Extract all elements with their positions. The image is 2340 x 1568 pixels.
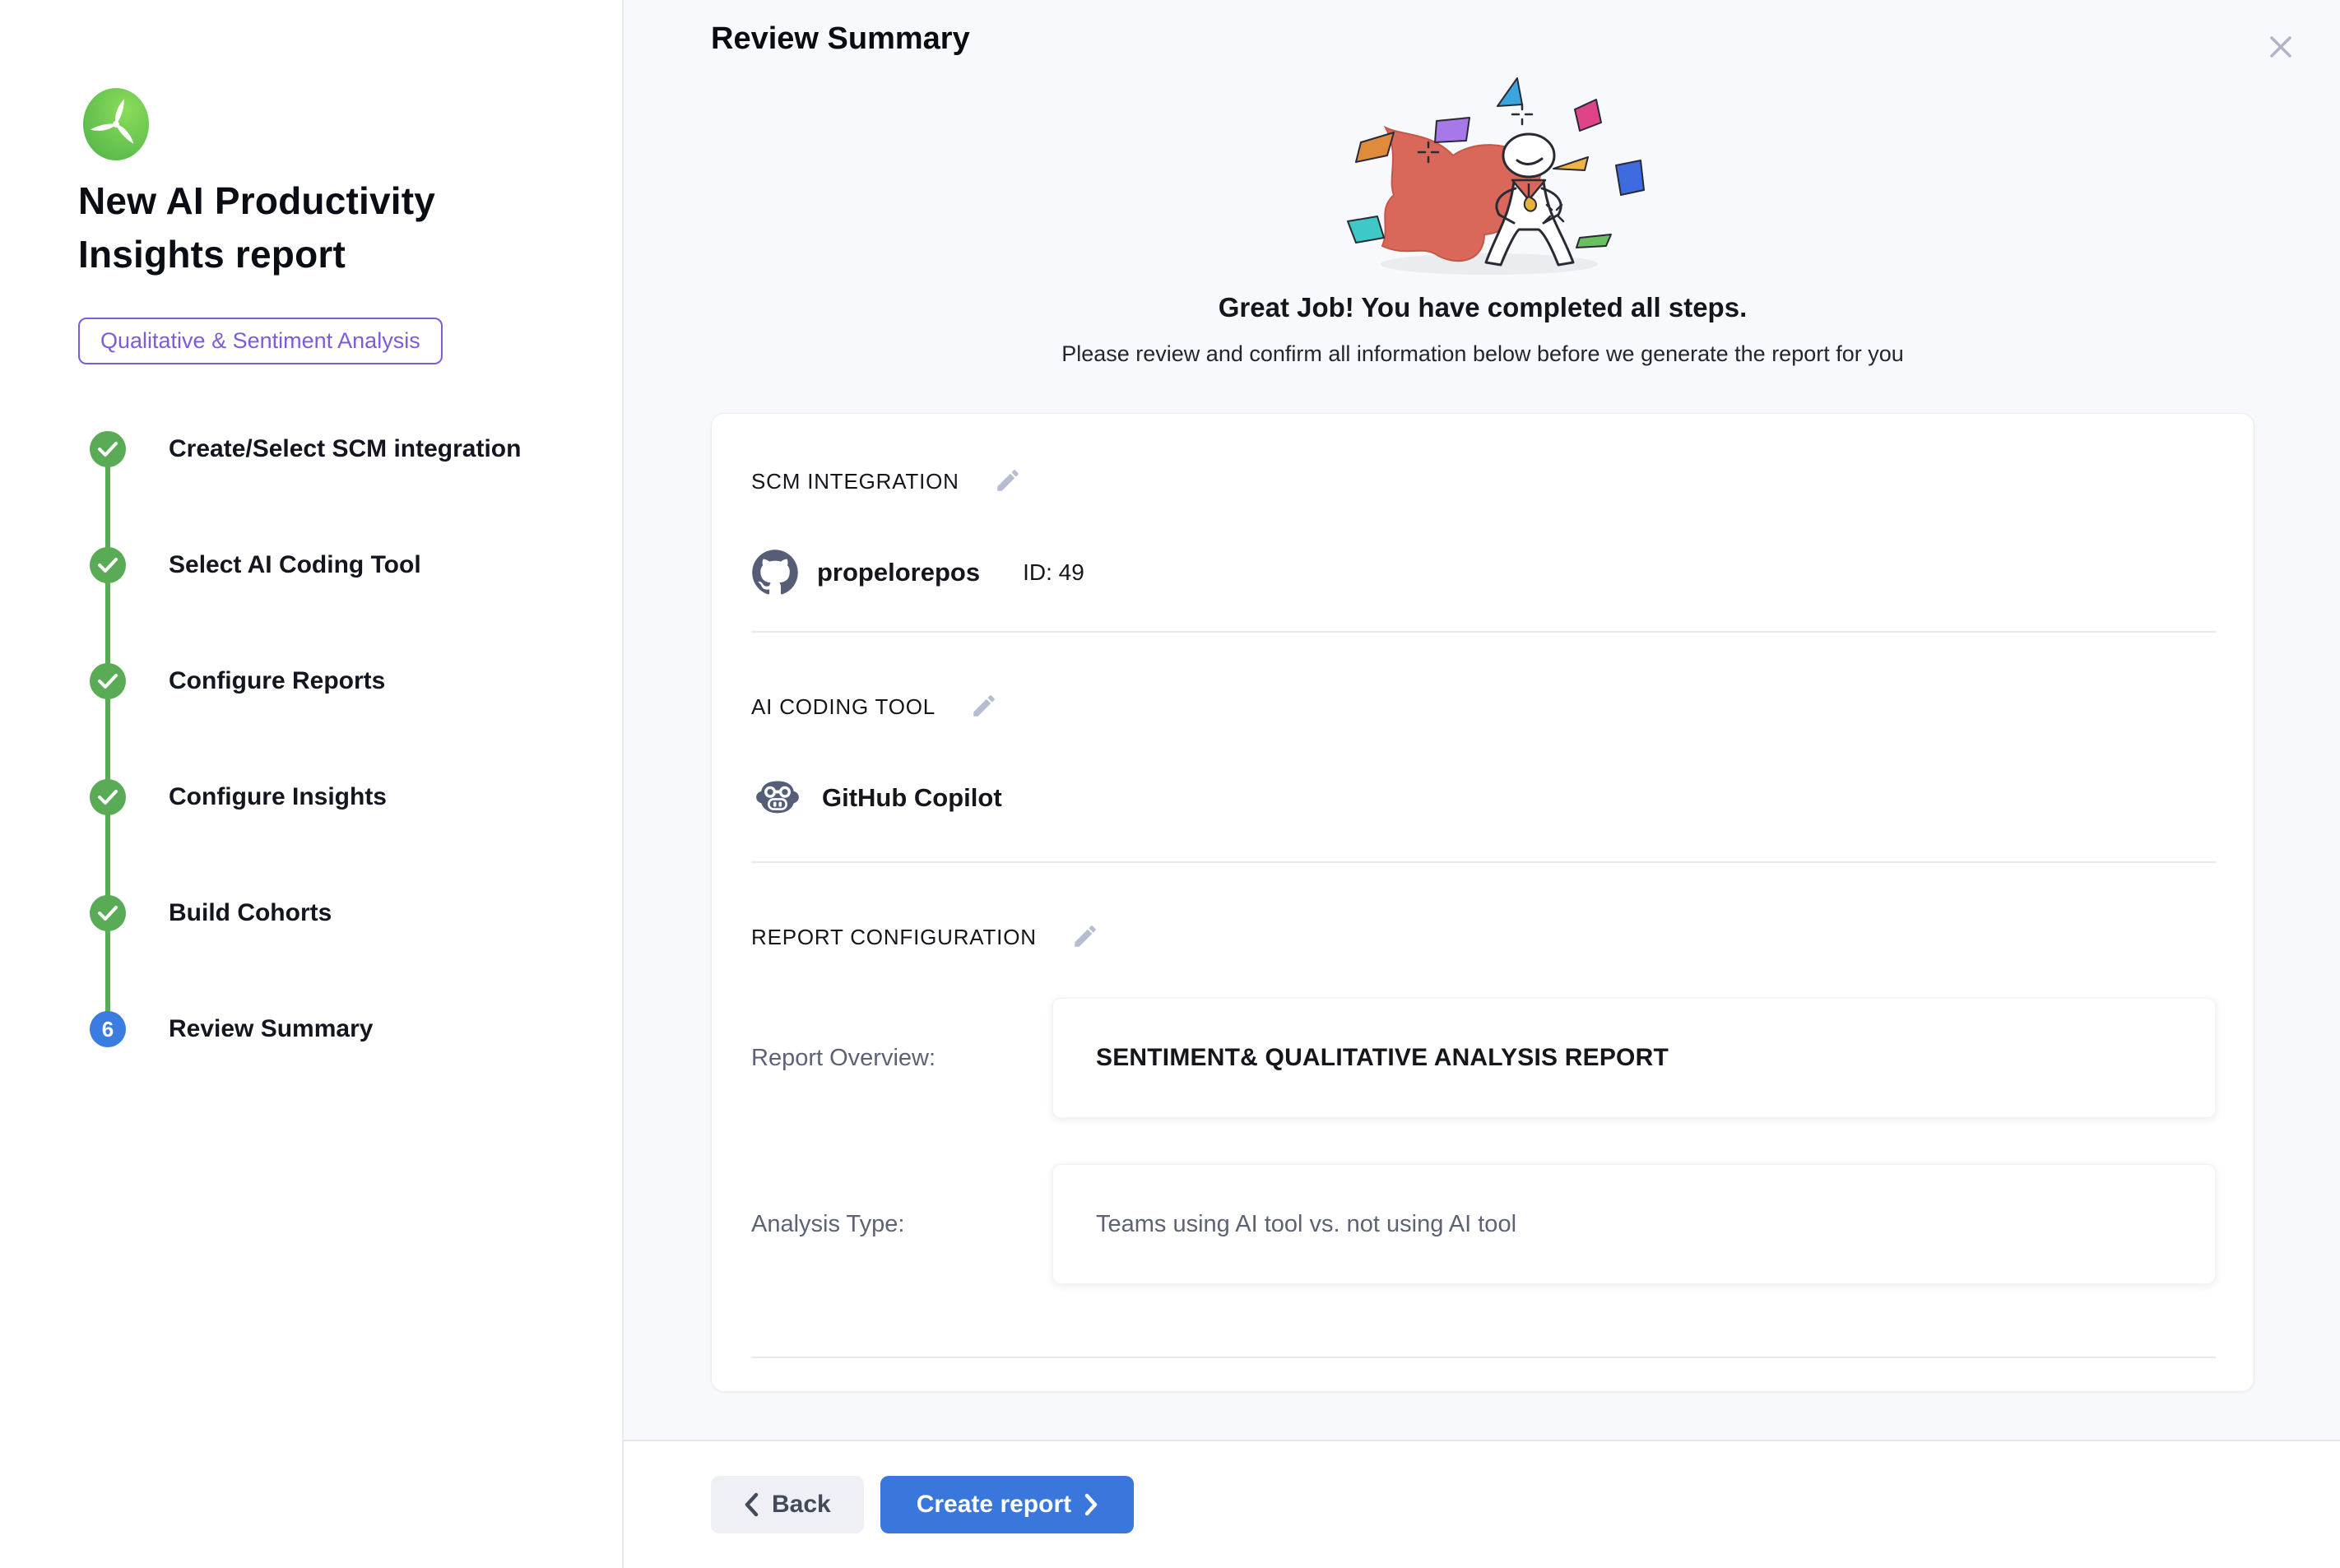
ai-tool-row: GitHub Copilot (751, 774, 2216, 822)
step-number: 6 (102, 1017, 114, 1042)
app-window: New AI Productivity Insights report Qual… (0, 0, 2340, 1568)
ai-tool-section-header: AI CODING TOOL (751, 692, 2216, 721)
report-config-section-label: REPORT CONFIGURATION (751, 925, 1037, 950)
step-label: Configure Insights (169, 783, 387, 811)
celebration-illustration (1302, 60, 1664, 281)
panel-content: Review Summary (624, 0, 2340, 1440)
wizard-footer: Back Create report (624, 1440, 2340, 1568)
scm-section-header: SCM INTEGRATION (751, 466, 2216, 496)
success-hero: Great Job! You have completed all steps.… (711, 60, 2254, 367)
analysis-type-row: Analysis Type: Teams using AI tool vs. n… (751, 1164, 2216, 1284)
step-number-badge: 6 (90, 1011, 126, 1047)
step-review-summary[interactable]: 6 Review Summary (90, 1011, 521, 1047)
page-title: Review Summary (711, 21, 2254, 57)
close-icon[interactable] (2264, 31, 2297, 64)
wizard-stepper: Create/Select SCM integration Select AI … (90, 431, 521, 1127)
section-divider (751, 1357, 2216, 1358)
step-check-icon (90, 779, 126, 815)
step-label: Create/Select SCM integration (169, 435, 521, 463)
analysis-type-badge: Qualitative & Sentiment Analysis (78, 318, 443, 364)
step-build-cohorts[interactable]: Build Cohorts (90, 895, 521, 931)
step-label: Review Summary (169, 1015, 373, 1043)
edit-scm-icon[interactable] (994, 466, 1022, 496)
step-label: Select AI Coding Tool (169, 551, 421, 579)
scm-integration-row: propelorepos ID: 49 (751, 549, 2216, 596)
back-button[interactable]: Back (711, 1476, 864, 1533)
ai-tool-name: GitHub Copilot (822, 783, 1002, 813)
step-select-ai-coding-tool[interactable]: Select AI Coding Tool (90, 547, 521, 583)
report-overview-value-card: SENTIMENT& QUALITATIVE ANALYSIS REPORT (1052, 998, 2216, 1118)
back-button-label: Back (772, 1491, 831, 1519)
wizard-sidebar: New AI Productivity Insights report Qual… (0, 0, 624, 1568)
review-summary-panel: Review Summary (624, 0, 2340, 1568)
edit-report-config-icon[interactable] (1071, 922, 1099, 952)
section-divider (751, 631, 2216, 633)
step-check-icon (90, 663, 126, 699)
step-configure-insights[interactable]: Configure Insights (90, 779, 521, 815)
copilot-icon (751, 774, 804, 822)
create-report-button[interactable]: Create report (880, 1476, 1134, 1533)
report-overview-label: Report Overview: (751, 1045, 1052, 1072)
analysis-type-value: Teams using AI tool vs. not using AI too… (1096, 1211, 1516, 1238)
stepper-connector (105, 449, 110, 1032)
scm-section-label: SCM INTEGRATION (751, 469, 959, 494)
success-heading: Great Job! You have completed all steps. (711, 292, 2254, 323)
chevron-left-icon (744, 1492, 759, 1517)
analysis-type-value-card: Teams using AI tool vs. not using AI too… (1052, 1164, 2216, 1284)
chevron-right-icon (1084, 1493, 1098, 1516)
step-check-icon (90, 895, 126, 931)
summary-card: SCM INTEGRATION propelorepos ID: 49 (711, 413, 2254, 1392)
scm-integration-id: ID: 49 (1023, 559, 1084, 586)
ai-tool-section-label: AI CODING TOOL (751, 694, 936, 720)
section-divider (751, 861, 2216, 863)
step-configure-reports[interactable]: Configure Reports (90, 663, 521, 699)
step-label: Configure Reports (169, 667, 385, 695)
propeller-logo-icon (82, 87, 150, 165)
analysis-type-label: Analysis Type: (751, 1211, 1052, 1238)
report-overview-row: Report Overview: SENTIMENT& QUALITATIVE … (751, 998, 2216, 1118)
step-check-icon (90, 547, 126, 583)
wizard-title: New AI Productivity Insights report (78, 174, 539, 282)
step-label: Build Cohorts (169, 899, 332, 927)
scm-integration-name: propelorepos (817, 558, 980, 587)
edit-ai-tool-icon[interactable] (970, 692, 998, 721)
create-report-button-label: Create report (917, 1491, 1071, 1519)
success-subheading: Please review and confirm all informatio… (711, 341, 2254, 367)
report-overview-value: SENTIMENT& QUALITATIVE ANALYSIS REPORT (1096, 1044, 1669, 1072)
report-config-section-header: REPORT CONFIGURATION (751, 922, 2216, 952)
github-icon (751, 549, 799, 596)
step-check-icon (90, 431, 126, 467)
step-create-select-scm-integration[interactable]: Create/Select SCM integration (90, 431, 521, 467)
